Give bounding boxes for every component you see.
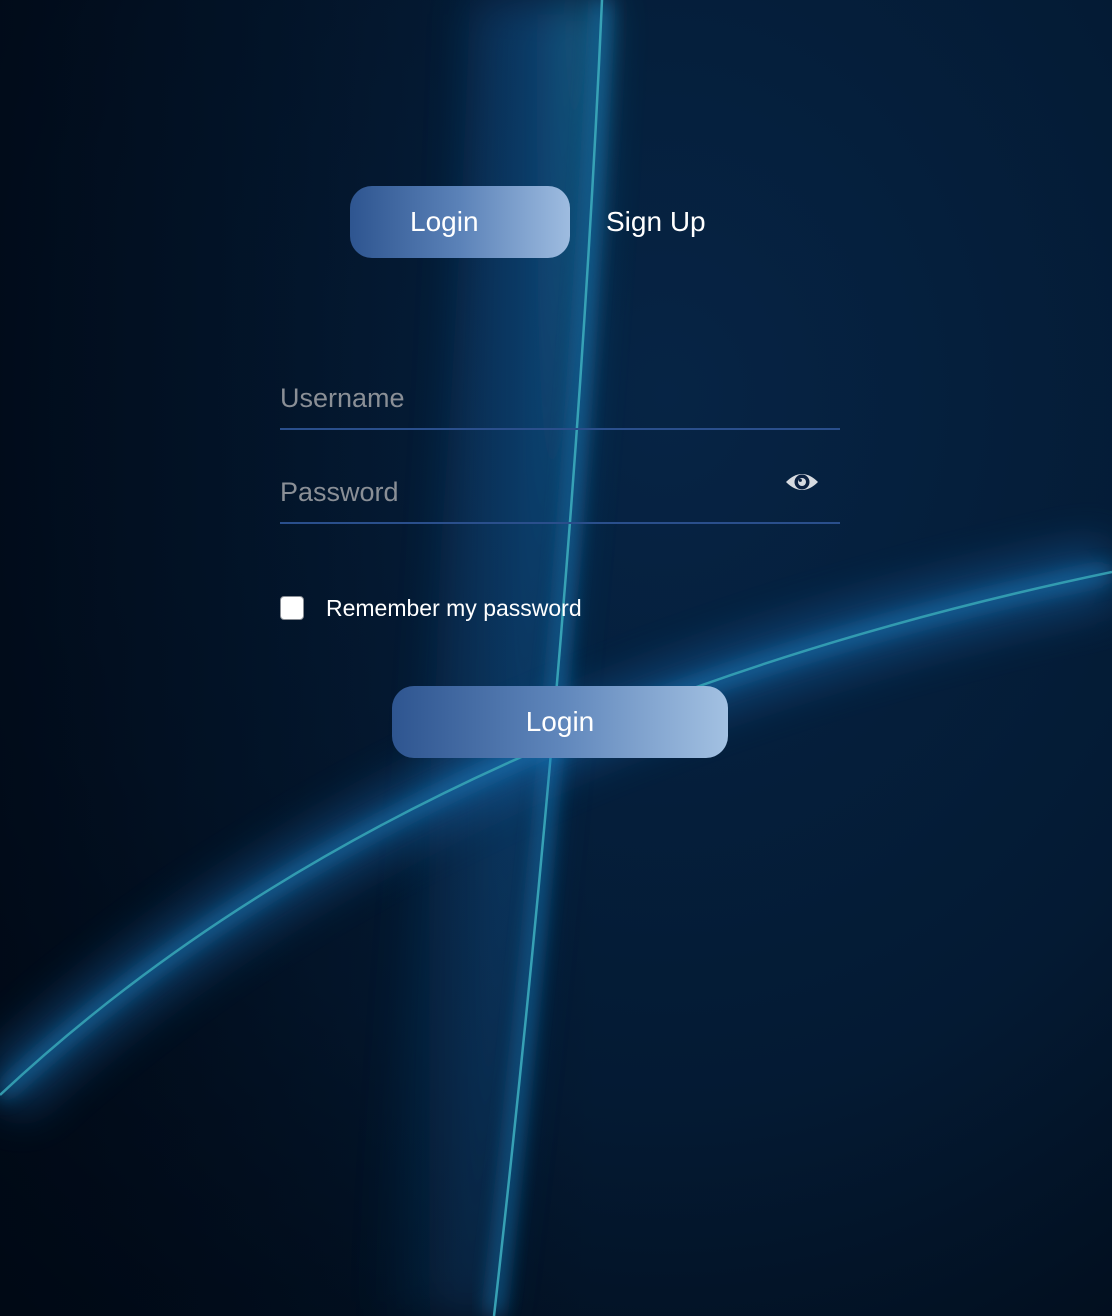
- eye-icon[interactable]: [784, 464, 820, 500]
- username-field-container: [280, 368, 840, 430]
- tab-sign-up[interactable]: Sign Up: [606, 206, 706, 238]
- username-input[interactable]: [280, 368, 760, 428]
- remember-checkbox[interactable]: [280, 596, 304, 620]
- password-field-container: [280, 462, 840, 524]
- auth-tabs: Login Sign Up: [350, 186, 706, 258]
- tab-login[interactable]: Login: [350, 186, 570, 258]
- login-button[interactable]: Login: [392, 686, 728, 758]
- password-input[interactable]: [280, 462, 760, 522]
- remember-label: Remember my password: [326, 594, 582, 621]
- remember-row: Remember my password: [280, 594, 582, 622]
